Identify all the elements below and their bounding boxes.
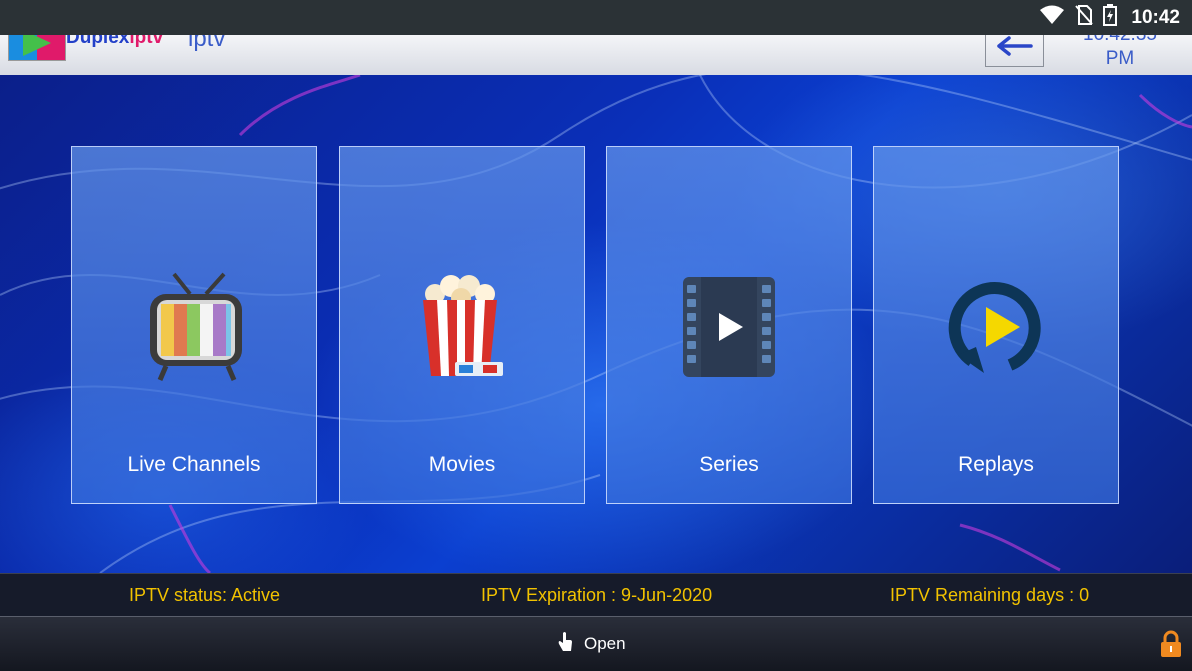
tile-replays[interactable]: Replays: [873, 146, 1119, 504]
film-play-icon: [607, 267, 851, 387]
iptv-remaining-days: IPTV Remaining days : 0: [890, 585, 1090, 605]
tile-series[interactable]: Series: [606, 146, 852, 504]
open-button[interactable]: Open: [556, 626, 626, 662]
iptv-expiration: IPTV Expiration : 9-Jun-2020: [481, 585, 713, 605]
tile-label: Live Channels: [127, 453, 261, 476]
replay-icon: [874, 267, 1118, 387]
tile-label: Movies: [428, 453, 496, 476]
no-sim-icon: [1075, 5, 1094, 30]
battery-charging-icon: [1103, 4, 1118, 31]
open-label: Open: [584, 634, 626, 653]
bottom-action-bar: Open: [0, 617, 1192, 671]
header-clock-ampm: PM: [1105, 48, 1135, 69]
iptv-status: IPTV status: Active: [129, 585, 281, 605]
app-header: Duplexiptv iptv 10:42:35 PM: [0, 35, 1192, 75]
popcorn-icon: [340, 267, 584, 387]
logo-text: Duplexiptv: [66, 35, 163, 49]
tile-movies[interactable]: Movies: [339, 146, 585, 504]
header-clock-time: 10:42:35: [1070, 35, 1170, 47]
tile-label: Series: [699, 453, 759, 476]
tile-label: Replays: [958, 453, 1034, 476]
status-icons: 10:42: [1039, 0, 1180, 35]
back-button[interactable]: [985, 35, 1044, 67]
header-clock: 10:42:35 PM: [1070, 35, 1170, 71]
system-status-bar: 10:42: [0, 0, 1192, 35]
lock-icon: [1160, 630, 1182, 663]
tv-icon: [72, 267, 316, 387]
app-logo-icon: [8, 35, 66, 61]
wifi-icon: [1039, 5, 1065, 30]
status-clock: 10:42: [1131, 6, 1180, 28]
logo-text-iptv: iptv: [129, 35, 164, 48]
subscription-info-bar: IPTV status: Active IPTV Expiration : 9-…: [0, 573, 1192, 617]
app-name: iptv: [188, 35, 226, 52]
tile-live-channels[interactable]: Live Channels: [71, 146, 317, 504]
hand-pointer-icon: [556, 631, 574, 658]
back-arrow-icon: [996, 35, 1033, 61]
logo-text-duplex: Duplex: [66, 35, 130, 48]
